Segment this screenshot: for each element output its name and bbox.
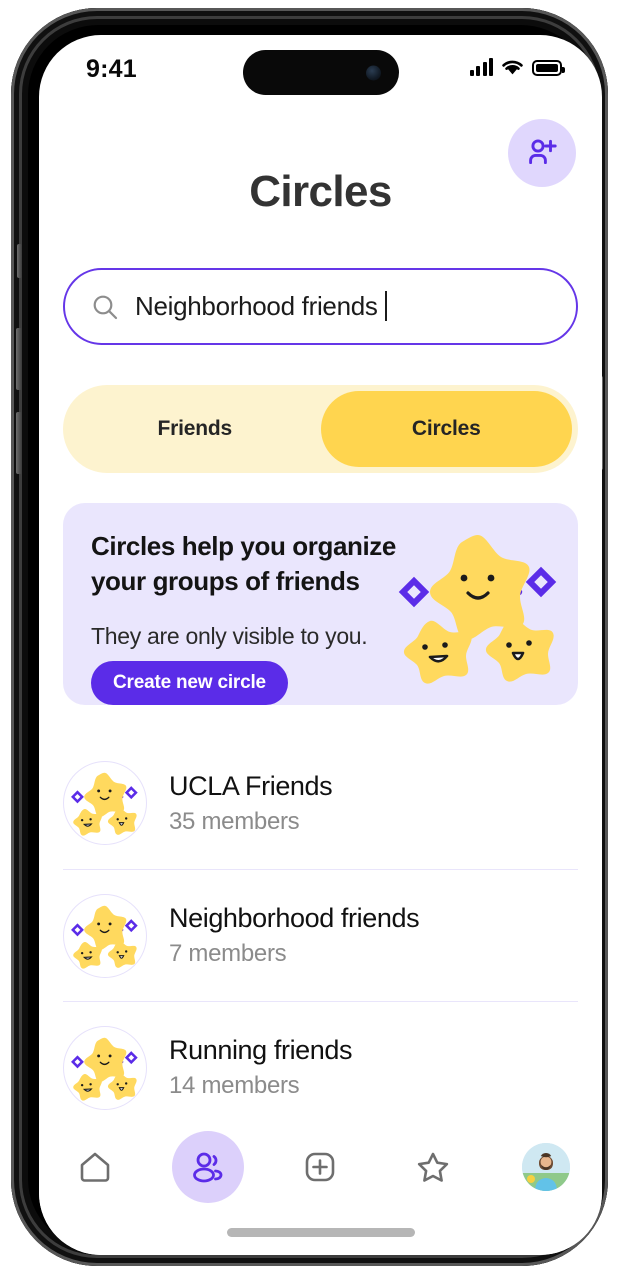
screenshot-root: 9:41 Circles Neighborhood friends Friend… — [0, 0, 619, 1274]
tab-create[interactable] — [284, 1131, 356, 1203]
circle-name: Running friends — [169, 1035, 353, 1065]
front-camera-icon — [365, 65, 381, 80]
home-indicator[interactable] — [226, 1228, 415, 1237]
segmented-control: Friends Circles — [63, 385, 578, 473]
list-item[interactable]: Running friends 14 members — [63, 1001, 578, 1133]
list-item-text: Running friends 14 members — [169, 1035, 353, 1100]
stars-avatar-icon — [71, 772, 138, 836]
tab-favorites[interactable] — [397, 1131, 469, 1203]
battery-full-icon — [532, 60, 565, 76]
avatar — [63, 1025, 147, 1110]
list-item[interactable]: Neighborhood friends 7 members — [63, 869, 578, 1001]
list-item[interactable]: UCLA Friends 35 members — [63, 737, 578, 869]
status-bar-clock: 9:41 — [86, 55, 137, 83]
home-icon — [80, 1152, 110, 1182]
circle-name: UCLA Friends — [169, 770, 333, 801]
status-bar: 9:41 — [39, 35, 602, 101]
silent-switch-button[interactable] — [17, 244, 22, 278]
tab-friends[interactable]: Friends — [69, 391, 321, 467]
list-item-text: Neighborhood friends 7 members — [169, 903, 420, 968]
circle-member-count: 14 members — [169, 1072, 300, 1099]
signal-bars-icon — [469, 58, 493, 76]
text-cursor — [384, 291, 387, 321]
phone-screen: 9:41 Circles Neighborhood friends Friend… — [39, 35, 602, 1255]
create-new-circle-button[interactable]: Create new circle — [91, 661, 288, 705]
star-icon — [417, 1152, 449, 1182]
plus-square-icon — [306, 1152, 335, 1182]
wifi-icon — [502, 60, 523, 75]
three-stars-illustration — [398, 535, 557, 684]
profile-avatar-icon — [521, 1143, 570, 1191]
circles-list: UCLA Friends 35 members Neighborhood fri… — [63, 737, 578, 1133]
promo-card: Circles help you organize your groups of… — [63, 503, 578, 705]
tab-circles-nav[interactable] — [171, 1131, 244, 1203]
tab-circles[interactable]: Circles — [320, 391, 572, 467]
tab-profile[interactable] — [510, 1131, 582, 1203]
dynamic-island — [242, 50, 399, 95]
circle-member-count: 7 members — [169, 940, 287, 967]
avatar — [63, 761, 147, 845]
page-title: Circles — [249, 167, 392, 216]
tab-home[interactable] — [59, 1131, 131, 1203]
volume-up-button[interactable] — [16, 328, 22, 390]
stars-avatar-icon — [71, 905, 138, 969]
avatar — [63, 893, 147, 978]
volume-down-button[interactable] — [16, 412, 22, 474]
list-item-text: UCLA Friends 35 members — [169, 770, 333, 836]
promo-heading: Circles help you organize your groups of… — [91, 531, 396, 596]
search-text: Neighborhood friends — [135, 291, 378, 321]
circle-member-count: 35 members — [169, 807, 300, 835]
status-bar-icons — [469, 57, 565, 76]
search-input-value: Neighborhood friends — [135, 291, 387, 322]
people-icon — [192, 1152, 223, 1183]
circle-name: Neighborhood friends — [169, 903, 420, 933]
add-person-icon — [529, 139, 557, 165]
search-icon — [93, 295, 118, 319]
promo-subtext: They are only visible to you. — [91, 623, 368, 649]
search-input[interactable]: Neighborhood friends — [63, 268, 578, 345]
phone-device-frame: 9:41 Circles Neighborhood friends Friend… — [11, 8, 608, 1266]
stars-avatar-icon — [71, 1037, 138, 1101]
